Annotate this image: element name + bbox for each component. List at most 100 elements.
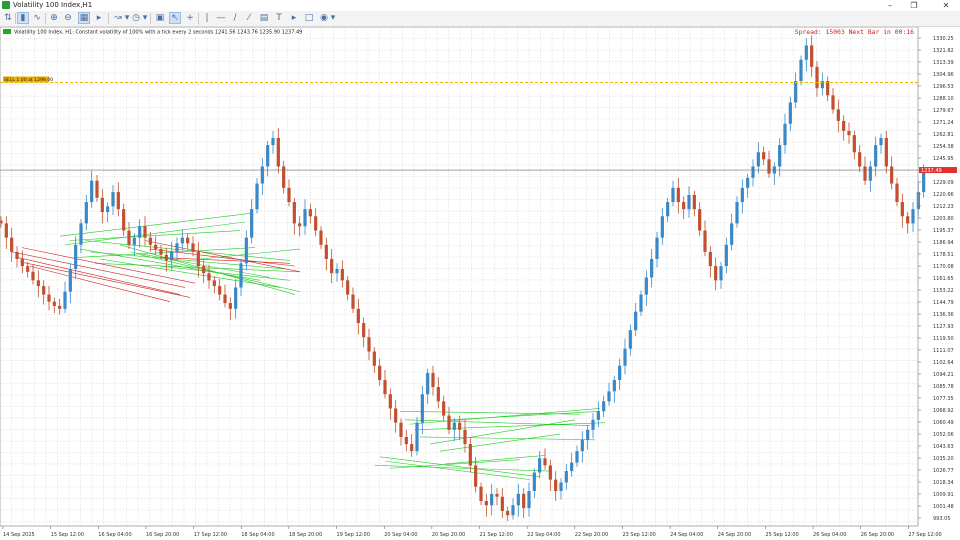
candle-body [20,258,24,267]
candle-body [666,202,670,217]
price-axis[interactable]: 1330.25 1321.82 1313.39 1304.96 1296.53 1288.… [918,36,954,522]
toolbar-separator [150,13,151,24]
candle-body [500,496,504,511]
candle-body [516,493,520,506]
template-icon[interactable]: ▣ [154,12,166,24]
candle-body [367,337,371,352]
restore-button[interactable]: ❐ [903,0,925,11]
candle-body [399,422,403,437]
candle-body [404,436,408,445]
candle-body [106,206,110,213]
line-chart-icon[interactable]: ∿ [31,12,43,24]
crosshair-icon[interactable]: + [184,12,196,24]
candle-body [388,394,392,409]
text-icon[interactable]: ▤ [258,12,270,24]
candle-body [330,258,334,274]
spread-info: Spread: 15003 Next Bar in 00:16 [795,28,914,36]
candle-body [623,348,627,366]
candle-body [783,123,787,146]
tile-icon[interactable]: ▦ [78,12,90,24]
price-axis-label: 1212.23 [933,204,954,210]
autoscroll-icon[interactable]: ▸ [93,12,105,24]
zoom-in-icon[interactable]: ⊕ [48,12,60,24]
time-axis-label: 16 Sep 04:00 [98,532,131,538]
candle-body [586,429,590,440]
chevron-down-icon[interactable]: ▾ [327,12,339,24]
candle-body [63,291,67,309]
new-order-icon[interactable]: ⇅ [2,12,14,24]
app-icon [2,1,10,9]
time-axis-label: 24 Sep 04:00 [670,532,703,538]
candle-body [452,422,456,430]
candle-body [468,444,472,466]
candle-body [911,209,915,224]
price-chart[interactable]: SELL 1.00 at 1299.00 Volatility 100 Inde… [0,27,960,540]
time-axis-label: 22 Sep 04:00 [527,532,560,538]
minimize-button[interactable]: – [879,0,901,11]
arrows-icon[interactable]: ▸ [288,12,300,24]
candle-body [180,237,184,244]
time-axis-label: 21 Sep 12:00 [480,532,513,538]
candle-body [698,209,702,231]
toolbar-separator [45,13,46,24]
shapes-icon[interactable]: □ [303,12,315,24]
candle-body [218,286,222,295]
candle-body [436,387,440,402]
close-button[interactable]: ✕ [935,0,957,11]
candle-body [895,183,899,203]
candle-body [906,216,910,224]
horizontal-line-icon[interactable]: — [215,12,227,24]
candle-body [463,429,467,445]
candle-body [186,237,190,244]
candle-body [676,187,680,203]
zoom-out-icon[interactable]: ⊖ [62,12,74,24]
price-axis-label: 1052.06 [933,432,954,438]
candle-body [26,266,30,272]
time-axis-label: 25 Sep 12:00 [765,532,798,538]
trendline-icon[interactable]: ∕ [229,12,241,24]
toolbar-separator [15,13,16,24]
candle-body [42,286,46,295]
time-axis-label: 22 Sep 20:00 [575,532,608,538]
candle-body [671,187,675,203]
time-axis-label: 27 Sep 12:00 [908,532,941,538]
price-axis-label: 1001.48 [933,504,954,510]
plot-area[interactable] [0,27,918,526]
toolbar-separator [198,13,199,24]
candle-body [570,462,574,472]
candle-body [250,209,254,238]
candle-body [810,45,814,67]
candle-body [490,493,494,506]
time-axis-label: 14 Sep 2025 [3,532,35,538]
time-axis[interactable]: 14 Sep 2025 15 Sep 12:00 16 Sep 04:00 16 Se… [2,526,942,538]
label-icon[interactable]: T [273,12,285,24]
cursor-icon[interactable]: ↖ [169,12,181,24]
candle-body [506,510,510,516]
candle-body [74,244,78,269]
channel-icon[interactable]: ⁄ [243,12,255,24]
price-axis-label: 1026.77 [933,468,954,474]
candle-body [575,451,579,463]
candle-body [159,249,163,255]
candle-body [426,372,430,395]
candle-body [52,301,56,306]
candle-body [31,271,35,281]
price-axis-label: 1009.91 [933,492,954,498]
bar-chart-icon[interactable]: ▮ [17,12,29,24]
candle-body [714,266,718,281]
price-axis-label: 1262.81 [933,132,954,138]
candle-body [826,81,830,96]
price-axis-label: 1127.93 [933,324,954,330]
candle-body [804,45,808,60]
candle-body [260,166,264,184]
vertical-line-icon[interactable]: | [201,12,213,24]
candle-body [788,102,792,124]
candle-body [116,192,120,210]
candle-body [191,243,195,252]
candle-body [740,187,744,203]
time-axis-label: 20 Sep 20:00 [432,532,465,538]
price-axis-label: 1085.78 [933,384,954,390]
time-axis-label: 15 Sep 12:00 [51,532,84,538]
candle-body [852,135,856,153]
candle-body [479,486,483,501]
